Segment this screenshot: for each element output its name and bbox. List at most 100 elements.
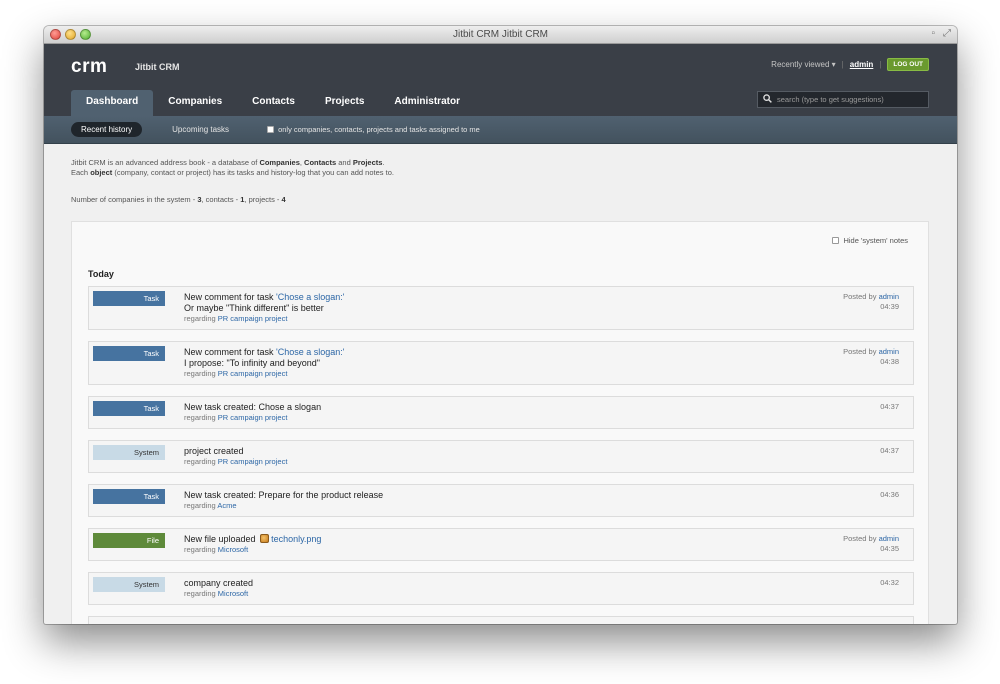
item-title: project created [184,446,244,456]
item-meta: Posted by admin 04:35 [843,534,899,554]
subtab-upcoming-tasks[interactable]: Upcoming tasks [162,122,239,137]
item-body: New file uploaded techonly.png regarding… [184,534,321,555]
stats-text: , contacts - [201,195,241,204]
item-type-badge: Task [93,291,165,306]
regarding-label: regarding [184,501,218,510]
regarding-link[interactable]: PR campaign project [218,314,288,323]
crm-logo[interactable]: crm [71,56,107,78]
regarding-link[interactable]: PR campaign project [218,413,288,422]
feed-item: System company created regarding Microso… [88,572,914,605]
assigned-to-me-filter[interactable]: only companies, contacts, projects and t… [267,125,480,134]
tab-projects[interactable]: Projects [310,90,379,116]
item-meta: 04:37 [880,446,899,456]
posted-by-label: Posted by [843,347,879,356]
item-title: New comment for task [184,347,277,357]
regarding-label: regarding [184,413,218,422]
recently-viewed-dropdown[interactable]: Recently viewed ▾ [771,60,836,69]
item-type-badge: Task [93,346,165,361]
stats-projects-count: 4 [281,195,286,204]
lock-icon: ▫ [931,28,935,39]
regarding-link[interactable]: PR campaign project [218,369,288,378]
item-type-badge: Task [93,489,165,504]
feed-item: Task New comment for task 'Chose a sloga… [88,341,914,385]
item-meta: Posted by admin 04:38 [843,347,899,367]
item-body: New comment for task 'Chose a slogan:' O… [184,292,345,324]
item-type-badge: File [93,533,165,548]
app-name: Jitbit CRM [135,62,180,72]
regarding-label: regarding [184,457,218,466]
subtab-recent-history[interactable]: Recent history [71,122,143,137]
regarding-link[interactable]: Microsoft [218,589,248,598]
window-title: Jitbit CRM Jitbit CRM [452,29,548,40]
dashboard-content: Jitbit CRM is an advanced address book -… [44,144,957,624]
tab-dashboard[interactable]: Dashboard [71,90,154,116]
feed-item: Task New task created: Prepare for the p… [88,484,914,517]
item-title: New task created: Prepare for the produc… [184,490,384,500]
fullscreen-icon[interactable]: ⤢ [943,28,951,39]
item-time: 04:39 [880,302,899,311]
search-box [757,91,929,108]
item-time: 04:37 [880,446,899,455]
separator: | [841,60,844,69]
item-type-badge: Task [93,401,165,416]
item-type-badge: System [93,577,165,592]
regarding-link[interactable]: PR campaign project [218,457,288,466]
item-meta: Posted by admin 04:39 [843,292,899,312]
author-link[interactable]: admin [879,534,899,543]
sub-nav: Recent history Upcoming tasks only compa… [44,116,957,144]
logout-button[interactable]: LOG OUT [887,58,929,71]
intro-text-part: . [382,158,385,167]
stats-text: Number of companies in the system - [71,195,198,204]
intro-companies: Companies [259,158,300,167]
item-time: 04:36 [880,490,899,499]
author-link[interactable]: admin [879,292,899,301]
item-meta: 04:37 [880,402,899,412]
main-nav: Dashboard Companies Contacts Projects Ad… [71,90,475,116]
intro-text-part: Each [71,168,91,177]
regarding-label: regarding [184,369,218,378]
regarding-label: regarding [184,545,218,554]
regarding-link[interactable]: Microsoft [218,545,248,554]
history-panel: Hide 'system' notes Today Task New comme… [71,221,929,624]
user-link[interactable]: admin [850,60,874,69]
search-icon [763,93,772,106]
file-link[interactable]: techonly.png [271,534,321,544]
stats-text: , projects - [244,195,282,204]
task-link[interactable]: 'Chose a slogan:' [276,347,344,357]
intro-text-part: and [336,158,353,167]
assigned-to-me-label: only companies, contacts, projects and t… [278,125,480,134]
tab-contacts[interactable]: Contacts [237,90,310,116]
posted-by-label: Posted by [843,292,879,301]
browser-window: Jitbit CRM Jitbit CRM ▫ ⤢ crm Jitbit CRM… [44,26,957,624]
item-title: New task created: Chose a slogan [184,402,322,412]
item-title: company created [184,578,254,588]
item-time: 04:32 [880,578,899,587]
app-header: crm Jitbit CRM Recently viewed ▾ | admin… [44,44,957,116]
item-meta: 04:36 [880,490,899,500]
regarding-link[interactable]: Acme [217,501,236,510]
author-link[interactable]: admin [879,347,899,356]
hide-system-notes-toggle[interactable]: Hide 'system' notes [832,236,908,245]
system-stats: Number of companies in the system - 3, c… [71,195,930,204]
item-title: New file uploaded [184,534,259,544]
tab-companies[interactable]: Companies [153,90,237,116]
hide-system-notes-checkbox[interactable] [832,237,840,244]
item-body: project created regarding PR campaign pr… [184,446,287,467]
item-body: company created regarding Microsoft [184,578,253,599]
tab-administrator[interactable]: Administrator [379,90,475,116]
item-time: 04:38 [880,357,899,366]
assigned-to-me-checkbox[interactable] [267,126,275,133]
image-file-icon [260,534,270,543]
intro-text: Jitbit CRM is an advanced address book -… [71,158,930,178]
item-time: 04:37 [880,402,899,411]
window-right-controls: ▫ ⤢ [931,28,951,39]
search-input[interactable] [777,95,922,104]
comment-text: I propose: "To infinity and beyond" [184,358,320,368]
item-body: New comment for task 'Chose a slogan:' I… [184,347,345,379]
item-body: New task created: Chose a slogan regardi… [184,402,321,423]
window-title-bar: Jitbit CRM Jitbit CRM ▫ ⤢ [44,26,957,44]
separator: | [879,60,882,69]
task-link[interactable]: 'Chose a slogan:' [276,292,344,302]
feed-item: System project created regarding PR camp… [88,440,914,473]
user-menu: Recently viewed ▾ | admin | LOG OUT [771,58,929,71]
